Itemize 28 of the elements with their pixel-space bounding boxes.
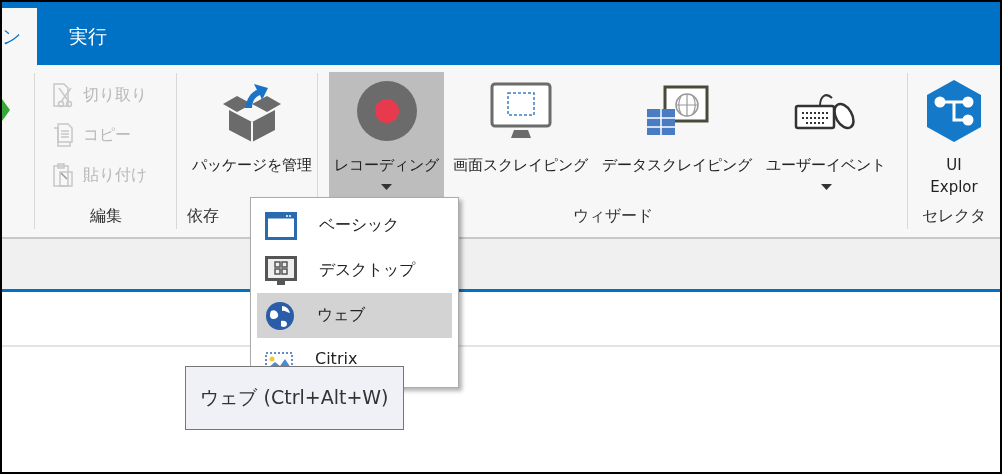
globe-icon [265,300,295,331]
group-label: ウィザード [572,205,653,227]
window-icon [265,211,297,240]
ribbon-tab[interactable]: ン [2,8,37,65]
menu-item[interactable]: ベーシック [257,203,452,248]
paste-icon [51,162,75,188]
caret-icon [381,184,392,190]
data-table-icon [645,85,709,137]
desktop-icon [265,255,297,286]
scissors-icon [51,82,75,108]
group-label: 依存 [187,205,219,227]
group-label: 編集 [89,205,122,227]
menu-item[interactable]: デスクトップ [257,248,452,293]
ribbon-button[interactable]: UI Explor [919,72,989,203]
group-label: セレクタ [922,205,986,227]
record-icon [355,80,418,142]
menu-item[interactable]: ウェブ [257,293,452,338]
ribbon-tab[interactable]: 実行 [37,8,107,65]
copy-icon [51,122,75,148]
ribbon-button[interactable]: パッケージを管理 [187,72,317,203]
hexagon-network-icon [924,78,984,144]
play-icon [2,99,10,121]
monitor-icon [489,82,552,140]
caret-icon [820,184,832,190]
ribbon-button[interactable]: ユーザーイベント [761,72,891,203]
ribbon-button[interactable]: データスクレイピング [597,72,757,203]
ribbon-button[interactable]: 画面スクレイピング [448,72,593,203]
tooltip: ウェブ (Ctrl+Alt+W) [185,366,404,430]
